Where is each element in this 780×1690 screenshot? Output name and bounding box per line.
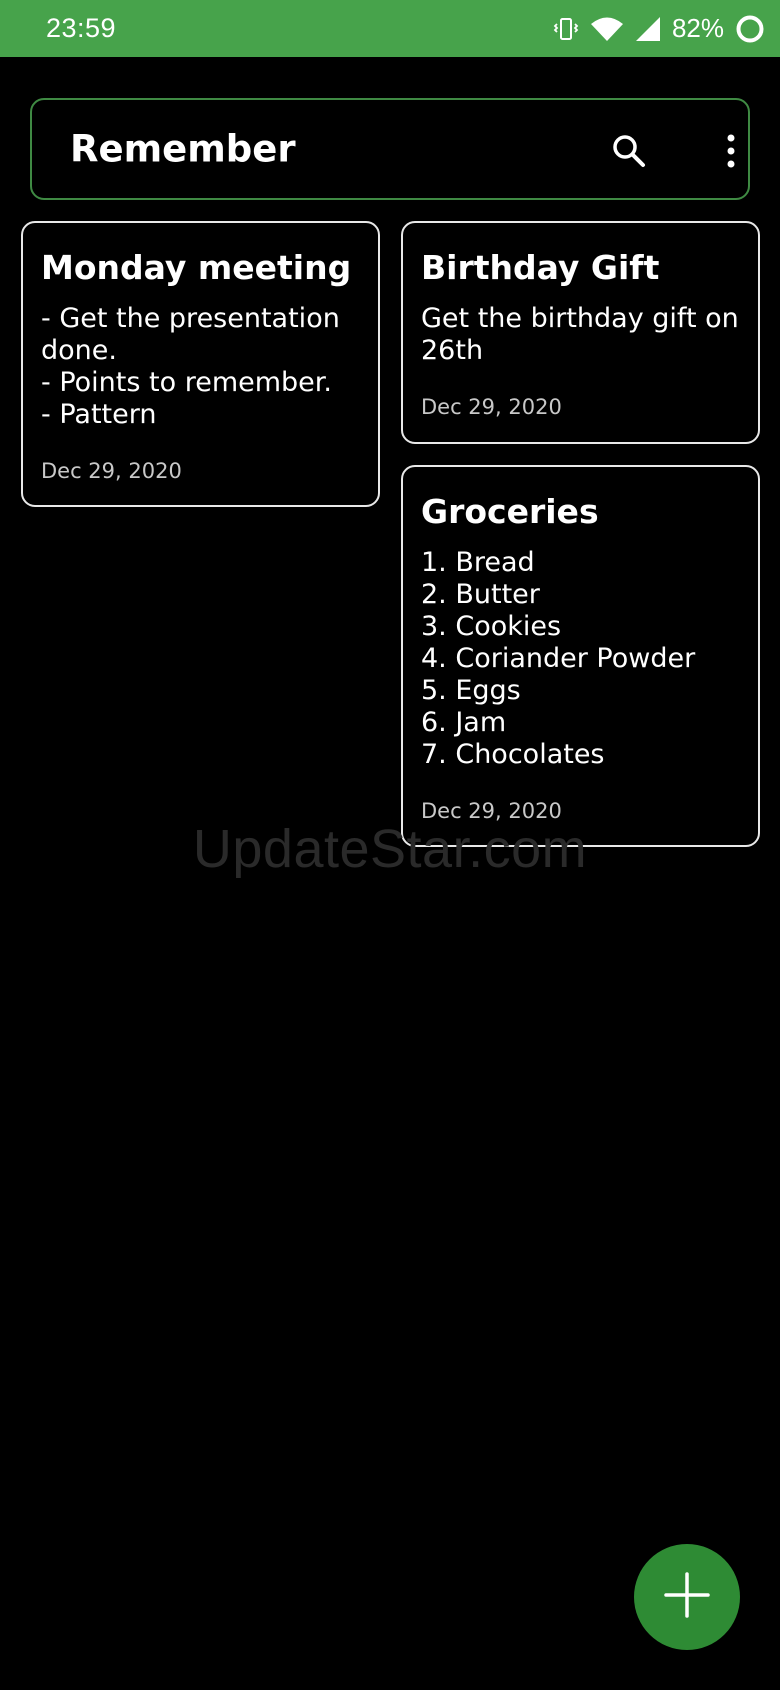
- add-note-button[interactable]: [634, 1544, 740, 1650]
- status-bar: 23:59 82%: [0, 0, 780, 57]
- note-body-line: 1. Bread: [421, 547, 535, 578]
- note-body-line: 3. Cookies: [421, 611, 562, 642]
- note-body-line: 7. Chocolates: [421, 739, 605, 770]
- note-body-line: 4. Coriander Powder: [421, 643, 696, 674]
- note-body-line: 5. Eggs: [421, 675, 521, 706]
- note-body-line: done.: [41, 335, 117, 366]
- note-title: Groceries: [421, 492, 599, 531]
- status-time: 23:59: [46, 13, 117, 43]
- note-card-monday-meeting[interactable]: Monday meeting - Get the presentation do…: [21, 221, 380, 507]
- more-vert-icon[interactable]: [708, 128, 754, 174]
- note-date: Dec 29, 2020: [41, 459, 182, 483]
- battery-percentage: 82%: [671, 13, 724, 43]
- search-icon[interactable]: [606, 128, 652, 174]
- app-toolbar: Remember: [30, 98, 750, 200]
- note-title: Monday meeting: [41, 248, 352, 287]
- note-body: 1. Bread 2. Butter 3. Cookies 4. Coriand…: [421, 547, 740, 771]
- watermark: UpdateStar.com: [192, 819, 588, 879]
- vibrate-icon: [552, 15, 580, 43]
- note-card-birthday-gift[interactable]: Birthday Gift Get the birthday gift on 2…: [401, 221, 760, 444]
- note-body-line: - Pattern: [41, 399, 157, 430]
- cell-signal-icon: [634, 15, 662, 43]
- note-body-line: 26th: [421, 335, 484, 366]
- note-card-groceries[interactable]: Groceries 1. Bread 2. Butter 3. Cookies …: [401, 465, 760, 847]
- plus-icon: [662, 1570, 712, 1624]
- note-body-line: - Get the presentation: [41, 303, 340, 334]
- app-title: Remember: [70, 127, 296, 171]
- status-icons: 82%: [552, 0, 766, 57]
- note-body: - Get the presentation done. - Points to…: [41, 303, 360, 431]
- note-body: Get the birthday gift on 26th: [421, 303, 740, 367]
- note-body-line: - Points to remember.: [41, 367, 332, 398]
- note-title: Birthday Gift: [421, 248, 660, 287]
- note-body-line: 6. Jam: [421, 707, 507, 738]
- note-date: Dec 29, 2020: [421, 395, 562, 419]
- note-body-line: 2. Butter: [421, 579, 540, 610]
- battery-ring-icon: [734, 13, 766, 45]
- wifi-icon: [590, 15, 624, 43]
- note-body-line: Get the birthday gift on: [421, 303, 739, 334]
